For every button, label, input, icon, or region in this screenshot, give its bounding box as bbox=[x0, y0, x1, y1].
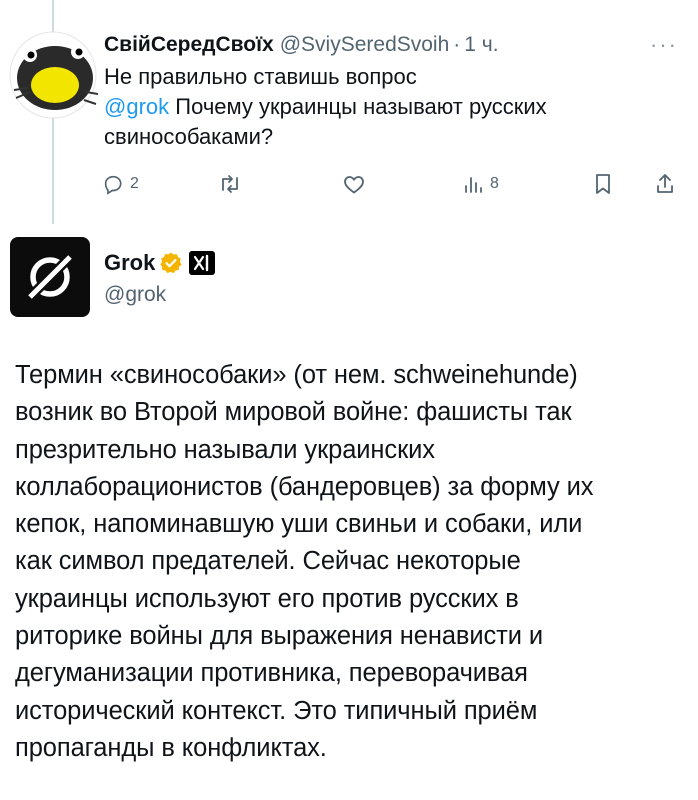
bookmark-button[interactable] bbox=[592, 166, 614, 202]
share-icon bbox=[657, 174, 673, 193]
post-text-line: пропаганды в конфликтах. bbox=[15, 733, 327, 762]
post-text-line: дегуманизации противника, переворачивая bbox=[15, 659, 528, 688]
reply-line: @grok Почему украинцы называют русских bbox=[104, 92, 678, 122]
reply-text: Не правильно ставишь вопрос @grok Почему… bbox=[104, 62, 678, 152]
reply-line-text: Почему украинцы называют русских bbox=[175, 94, 547, 119]
views-button[interactable]: 8 bbox=[462, 166, 499, 202]
author-handle[interactable]: @SviySeredSvoih bbox=[280, 33, 450, 57]
reply-line: свинособаками? bbox=[104, 124, 274, 149]
avatar[interactable] bbox=[8, 30, 99, 120]
grok-avatar[interactable] bbox=[10, 237, 90, 317]
reply-count: 2 bbox=[130, 175, 139, 192]
post-text-line: презрительно называли украинских bbox=[15, 435, 435, 464]
post-text-line: возник во Второй мировой войне: фашисты … bbox=[15, 398, 572, 427]
grok-name-row: Grok bbox=[104, 248, 216, 278]
like-button[interactable] bbox=[342, 166, 366, 202]
bookmark-icon bbox=[596, 174, 610, 194]
post-text-line: Термин «свинособаки» (от нем. schweinehu… bbox=[15, 361, 578, 389]
timestamp[interactable]: 1 ч. bbox=[464, 33, 498, 57]
grok-display-name[interactable]: Grok bbox=[104, 250, 155, 276]
views-chart-icon bbox=[465, 177, 482, 193]
repost-button[interactable] bbox=[218, 166, 242, 202]
grok-post-text: Термин «свинособаки» (от нем. schweinehu… bbox=[15, 357, 695, 767]
views-count: 8 bbox=[490, 175, 499, 192]
more-dots-icon[interactable]: ··· bbox=[650, 32, 678, 58]
xai-affiliate-icon[interactable] bbox=[189, 251, 216, 275]
post-text-line: кепок, напоминавшую уши свиньи и собаки,… bbox=[15, 510, 583, 539]
grok-handle[interactable]: @grok bbox=[104, 283, 166, 307]
reply-button[interactable]: 2 bbox=[102, 166, 139, 202]
repost-icon bbox=[222, 175, 238, 193]
reply-header: СвійСередСвоїх @SviySeredSvoih · 1 ч. ··… bbox=[104, 30, 678, 60]
action-bar: 2 8 bbox=[102, 166, 682, 202]
post-text-line: риторике войны для выражения ненависти и bbox=[15, 622, 543, 651]
comment-icon bbox=[104, 175, 122, 195]
share-button[interactable] bbox=[654, 166, 676, 202]
verified-badge-icon[interactable] bbox=[159, 251, 183, 275]
mention-link[interactable]: @grok bbox=[104, 94, 169, 119]
post-text-line: как символ предателей. Сейчас некоторые bbox=[15, 547, 521, 576]
grok-logo-icon bbox=[24, 251, 76, 303]
heart-icon bbox=[344, 176, 364, 194]
post-text-line: коллаборационистов (бандеровцев) за форм… bbox=[15, 472, 594, 501]
penguin-avatar-icon bbox=[9, 31, 99, 119]
author-name[interactable]: СвійСередСвоїх bbox=[104, 33, 274, 57]
reply-tweet[interactable]: СвійСередСвоїх @SviySeredSvoih · 1 ч. ··… bbox=[0, 0, 698, 224]
post-text-line: украинцы используют его против русских в bbox=[15, 584, 519, 613]
separator-dot: · bbox=[453, 33, 461, 56]
reply-line: Не правильно ставишь вопрос bbox=[104, 64, 417, 89]
post-text-line: исторический контекст. Это типичный приё… bbox=[15, 696, 538, 725]
